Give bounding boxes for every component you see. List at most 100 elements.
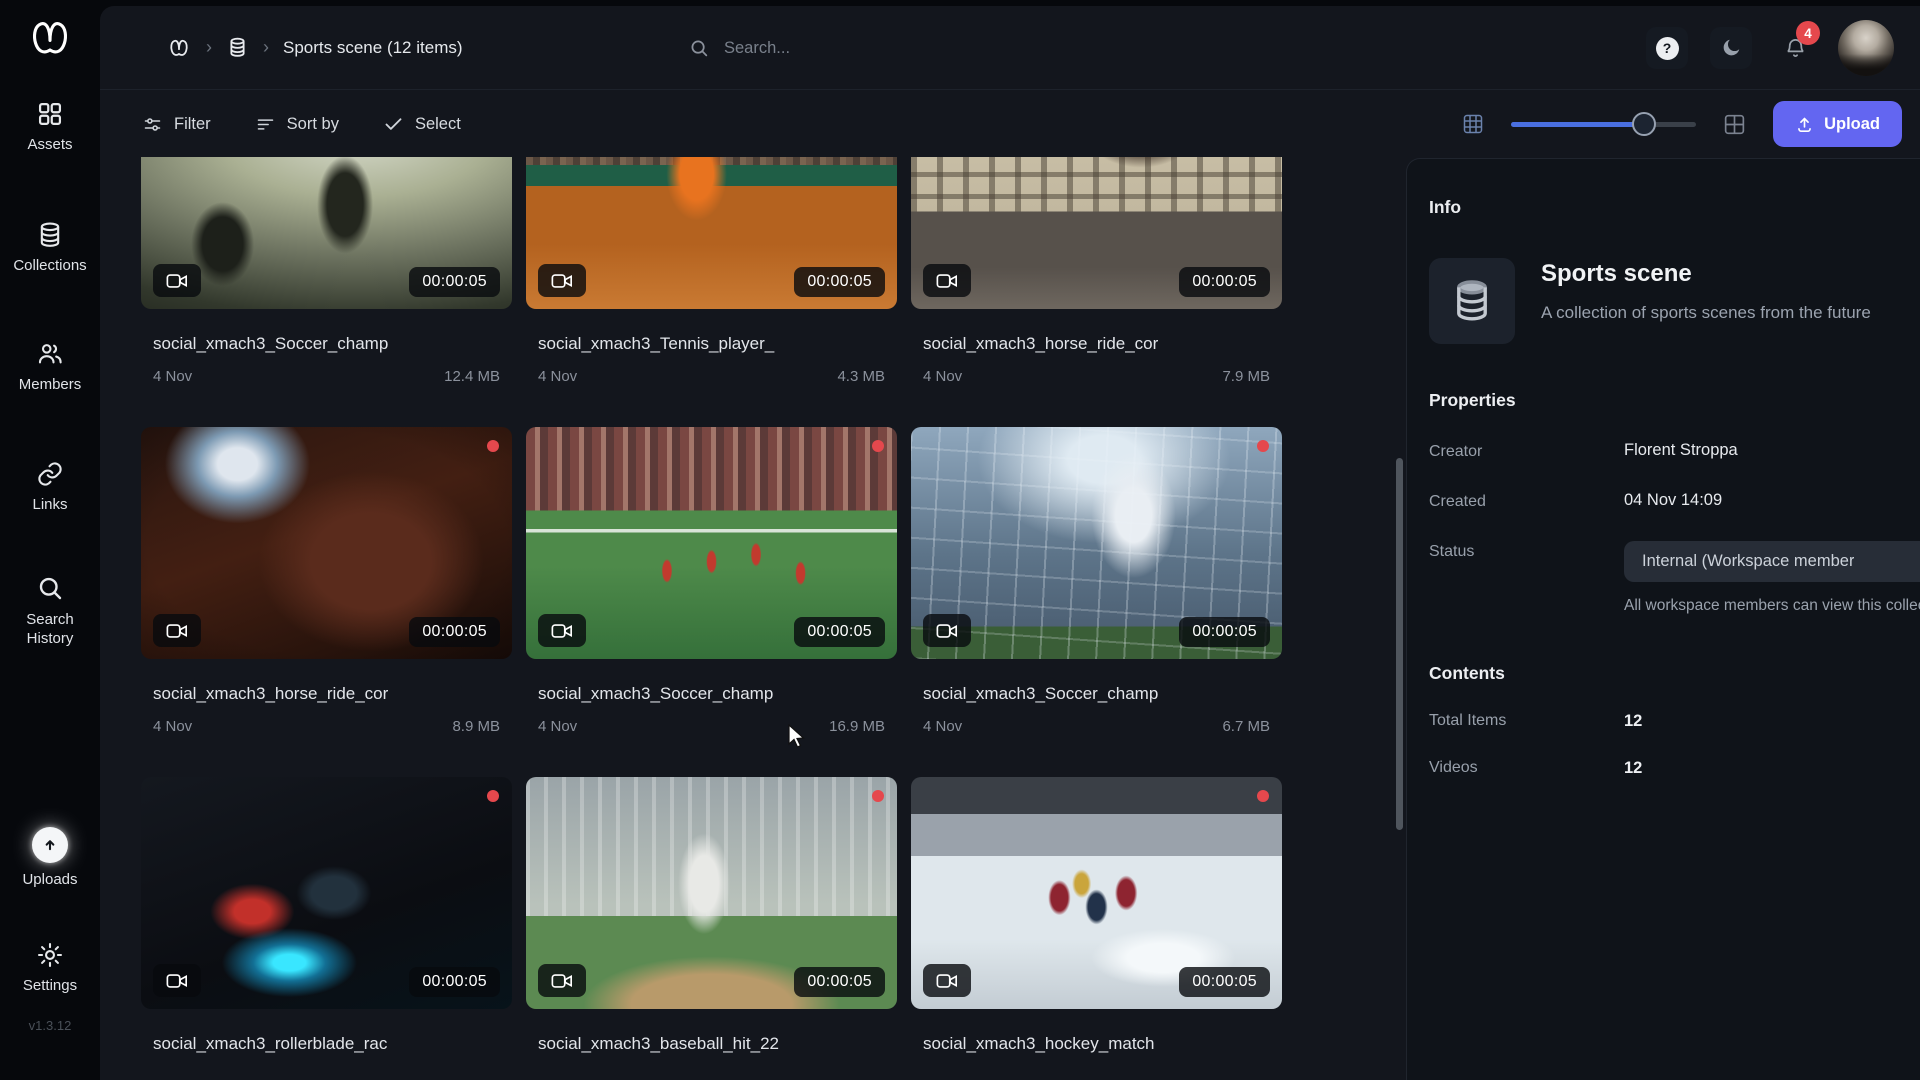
total-items-value: 12 [1624, 712, 1642, 731]
video-camera-icon [153, 614, 201, 647]
filter-sliders-icon [142, 114, 163, 135]
upload-button[interactable]: Upload [1773, 101, 1902, 147]
asset-date: 4 Nov [153, 718, 192, 735]
thumbnail-size-slider[interactable] [1511, 122, 1696, 127]
sidebar-item-label: Settings [23, 977, 77, 996]
asset-date: 4 Nov [923, 718, 962, 735]
notification-count-badge: 4 [1796, 21, 1820, 45]
asset-title: social_xmach3_horse_ride_cor [911, 334, 1282, 354]
sidebar: Assets Collections [0, 0, 100, 1080]
assets-grid-icon [36, 100, 64, 128]
video-thumbnail[interactable]: 00:00:05 [911, 777, 1282, 1009]
creator-value: Florent Stroppa [1624, 441, 1738, 460]
duration-badge: 00:00:05 [409, 617, 500, 647]
sidebar-item-label: Search History [26, 611, 74, 649]
status-dot [872, 790, 884, 802]
video-camera-icon [153, 264, 201, 297]
upload-arrow-icon [1795, 115, 1814, 134]
asset-size: 16.9 MB [829, 718, 885, 735]
asset-card[interactable]: 00:00:05 social_xmach3_Tennis_player_ 4 … [526, 157, 897, 385]
asset-card[interactable]: 00:00:05 social_xmach3_rollerblade_rac [141, 777, 512, 1068]
sidebar-item-label: Members [19, 376, 82, 395]
thumbnail-size-small-icon[interactable] [1461, 112, 1485, 136]
grid-scrollbar[interactable] [1396, 458, 1403, 830]
contents-row-videos: Videos 12 [1429, 759, 1920, 778]
duration-badge: 00:00:05 [1179, 267, 1270, 297]
thumbnail-size-large-icon[interactable] [1722, 112, 1747, 137]
info-panel: Info Sports scene A collection of sports… [1406, 158, 1920, 1080]
asset-title: social_xmach3_Soccer_champ [526, 684, 897, 704]
sidebar-item-links[interactable]: Links [0, 460, 100, 515]
search-icon [688, 37, 710, 59]
status-dropdown[interactable]: Internal (Workspace member ▼ [1624, 541, 1920, 582]
video-thumbnail[interactable]: 00:00:05 [526, 777, 897, 1009]
sidebar-item-label: Collections [13, 257, 86, 276]
property-row-status: Status Internal (Workspace member ▼ All … [1429, 541, 1920, 617]
search-history-icon [35, 573, 65, 603]
asset-grid: 00:00:05 social_xmach3_Soccer_champ 4 No… [141, 157, 1393, 1080]
property-row-created: Created 04 Nov 14:09 [1429, 491, 1920, 511]
select-label: Select [415, 115, 461, 134]
video-camera-icon [538, 964, 586, 997]
moon-icon [1720, 37, 1742, 59]
video-camera-icon [153, 964, 201, 997]
sidebar-item-uploads[interactable]: Uploads [0, 827, 100, 890]
asset-date: 4 Nov [538, 718, 577, 735]
breadcrumb-home-logo-icon[interactable] [166, 36, 192, 60]
status-help-text: All workspace members can view this coll… [1624, 594, 1920, 617]
sidebar-item-members[interactable]: Members [0, 340, 100, 395]
video-thumbnail[interactable]: 00:00:05 [141, 427, 512, 659]
sidebar-item-collections[interactable]: Collections [0, 221, 100, 276]
app-logo-icon [22, 12, 78, 64]
asset-size: 12.4 MB [444, 368, 500, 385]
theme-toggle-button[interactable] [1710, 27, 1752, 69]
video-thumbnail[interactable]: 00:00:05 [911, 157, 1282, 309]
sidebar-item-label: Links [32, 496, 67, 515]
slider-thumb[interactable] [1632, 112, 1656, 136]
select-button[interactable]: Select [383, 114, 461, 135]
notifications-button[interactable]: 4 [1774, 27, 1816, 69]
status-label: Status [1429, 541, 1624, 561]
asset-card[interactable]: 00:00:05 social_xmach3_horse_ride_cor 4 … [141, 427, 512, 735]
sidebar-item-search-history[interactable]: Search History [0, 573, 100, 649]
video-thumbnail[interactable]: 00:00:05 [141, 777, 512, 1009]
asset-title: social_xmach3_horse_ride_cor [141, 684, 512, 704]
sidebar-item-settings[interactable]: Settings [0, 941, 100, 996]
video-thumbnail[interactable]: 00:00:05 [526, 427, 897, 659]
asset-title: social_xmach3_Soccer_champ [141, 334, 512, 354]
help-button[interactable]: ? [1646, 27, 1688, 69]
topbar-actions: ? 4 [1646, 6, 1894, 90]
sort-button[interactable]: Sort by [255, 114, 339, 135]
asset-card[interactable]: 00:00:05 social_xmach3_Soccer_champ 4 No… [911, 427, 1282, 735]
uploads-progress-icon [32, 827, 68, 863]
asset-title: social_xmach3_rollerblade_rac [141, 1034, 512, 1054]
asset-card[interactable]: 00:00:05 social_xmach3_Soccer_champ 4 No… [141, 157, 512, 385]
asset-title: social_xmach3_Soccer_champ [911, 684, 1282, 704]
contents-heading: Contents [1429, 663, 1920, 684]
videos-label: Videos [1429, 759, 1624, 778]
video-thumbnail[interactable]: 00:00:05 [141, 157, 512, 309]
video-camera-icon [538, 264, 586, 297]
sidebar-item-assets[interactable]: Assets [0, 100, 100, 155]
asset-card[interactable]: 00:00:05 social_xmach3_hockey_match [911, 777, 1282, 1068]
settings-gear-icon [36, 941, 64, 969]
collections-database-icon [36, 221, 64, 249]
video-thumbnail[interactable]: 00:00:05 [526, 157, 897, 309]
search-input[interactable]: Search... [688, 6, 790, 90]
asset-card[interactable]: 00:00:05 social_xmach3_horse_ride_cor 4 … [911, 157, 1282, 385]
video-thumbnail[interactable]: 00:00:05 [911, 427, 1282, 659]
breadcrumb: › › Sports scene (12 items) [100, 36, 463, 60]
created-label: Created [1429, 491, 1624, 511]
user-avatar[interactable] [1838, 20, 1894, 76]
breadcrumb-collection-icon[interactable] [226, 36, 249, 59]
filter-button[interactable]: Filter [142, 114, 211, 135]
filter-label: Filter [174, 115, 211, 134]
contents-row-total: Total Items 12 [1429, 712, 1920, 731]
asset-date: 4 Nov [538, 368, 577, 385]
sort-lines-icon [255, 114, 276, 135]
asset-card[interactable]: 00:00:05 social_xmach3_baseball_hit_22 [526, 777, 897, 1068]
topbar: › › Sports scene (12 items) [100, 6, 1920, 90]
asset-card[interactable]: 00:00:05 social_xmach3_Soccer_champ 4 No… [526, 427, 897, 735]
toolbar: Filter Sort by Sel [100, 91, 1920, 157]
app-window: Assets Collections [0, 0, 1920, 1080]
